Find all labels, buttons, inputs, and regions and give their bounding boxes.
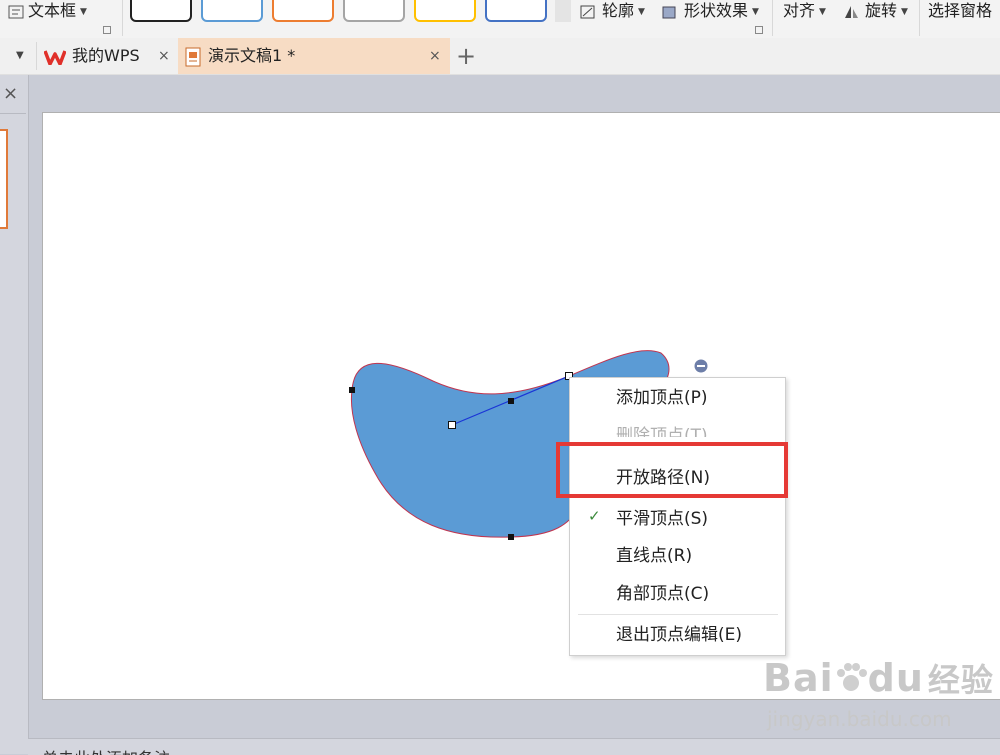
vertex-handle[interactable] — [508, 534, 514, 540]
textbox-icon — [8, 5, 24, 18]
chevron-down-icon: ▼ — [80, 6, 87, 17]
wps-logo-icon — [43, 49, 67, 66]
shape-effect-label: 形状效果 — [684, 1, 749, 20]
shape-style-swatch-4[interactable] — [343, 0, 405, 22]
textbox-button[interactable]: 文本框 ▼ — [8, 0, 87, 22]
outline-label: 轮廓 — [602, 1, 635, 20]
tab-list-dropdown-icon[interactable]: ▼ — [16, 38, 24, 74]
tab-label: 我的WPS — [72, 46, 140, 65]
dialog-launcher-icon[interactable] — [755, 26, 763, 34]
shape-style-swatch-5[interactable] — [414, 0, 476, 22]
align-button[interactable]: 对齐 ▼ — [783, 0, 826, 22]
shape-style-swatch-3[interactable] — [272, 0, 334, 22]
shape-effect-button[interactable]: 形状效果 ▼ — [662, 0, 759, 22]
annotation-highlight-box — [556, 442, 788, 498]
separator — [36, 42, 37, 70]
swatch-scroll[interactable] — [555, 0, 571, 22]
vertex-handle[interactable] — [508, 398, 514, 404]
close-panel-icon[interactable]: × — [3, 85, 18, 103]
shape-style-swatch-6[interactable] — [485, 0, 547, 22]
rotate-icon — [845, 5, 858, 18]
watermark-url: jingyan.baidu.com — [767, 707, 952, 731]
chevron-down-icon: ▼ — [752, 6, 759, 17]
menu-item-add-vertex[interactable]: 添加顶点(P) — [616, 387, 708, 409]
menu-item-delete-vertex: 删除顶点(T) — [616, 426, 708, 437]
tangent-handle[interactable] — [448, 421, 456, 429]
paw-icon — [836, 663, 867, 691]
slide-thumbnail[interactable] — [0, 129, 8, 229]
menu-item-smooth-point[interactable]: 平滑顶点(S) — [616, 508, 708, 530]
vertex-context-menu: 添加顶点(P) 删除顶点(T) 开放路径(N) ✓ 平滑顶点(S) 直线点(R)… — [569, 377, 786, 656]
checkmark-icon: ✓ — [588, 507, 601, 525]
separator — [919, 0, 920, 36]
selection-pane-button[interactable]: 选择窗格 — [928, 0, 992, 22]
shape-effect-icon — [662, 6, 676, 18]
menu-divider — [578, 614, 778, 615]
close-icon[interactable]: × — [158, 38, 170, 74]
ribbon-toolbar: 文本框 ▼ 轮廓 ▼ 形状效果 ▼ 对齐 ▼ 旋转 ▼ 选择窗格 — [0, 0, 1000, 39]
rotate-button[interactable]: 旋转 ▼ — [843, 0, 908, 22]
shape-style-swatch-1[interactable] — [130, 0, 192, 22]
tab-label: 演示文稿1 * — [208, 46, 296, 65]
menu-item-straight-point[interactable]: 直线点(R) — [616, 545, 692, 567]
close-icon[interactable]: × — [429, 38, 441, 74]
outline-icon — [580, 5, 595, 18]
document-tab-bar: ▼ 我的WPS × 演示文稿1 * × + — [0, 38, 1000, 75]
presentation-file-icon — [185, 47, 201, 66]
textbox-label: 文本框 — [28, 1, 77, 20]
shape-style-swatch-2[interactable] — [201, 0, 263, 22]
separator — [772, 0, 773, 36]
outline-button[interactable]: 轮廓 ▼ — [580, 0, 645, 22]
tab-presentation[interactable]: 演示文稿1 * × — [178, 38, 450, 74]
new-tab-button[interactable]: + — [456, 38, 476, 74]
chevron-down-icon: ▼ — [819, 6, 826, 17]
dialog-launcher-icon[interactable] — [103, 26, 111, 34]
slide-canvas[interactable]: Bai du 经验 jingyan.baidu.com — [42, 112, 1000, 731]
slide-thumbnail-panel: × — [0, 75, 29, 754]
rotate-label: 旋转 — [865, 1, 898, 20]
chevron-down-icon: ▼ — [901, 6, 908, 17]
notes-bar[interactable]: 单击此处添加备注 — [28, 738, 1000, 755]
menu-item-exit-vertex-edit[interactable]: 退出顶点编辑(E) — [616, 624, 742, 646]
align-label: 对齐 — [783, 1, 816, 20]
tab-my-wps[interactable]: 我的WPS × — [43, 38, 178, 74]
slide-drawing — [349, 350, 708, 540]
vertex-handle[interactable] — [349, 387, 355, 393]
divider — [0, 113, 26, 114]
menu-item-corner-point[interactable]: 角部顶点(C) — [616, 583, 709, 605]
separator — [122, 0, 123, 36]
chevron-down-icon: ▼ — [638, 6, 645, 17]
selection-pane-label: 选择窗格 — [928, 1, 993, 20]
baidu-watermark: Bai du 经验 — [763, 656, 994, 700]
